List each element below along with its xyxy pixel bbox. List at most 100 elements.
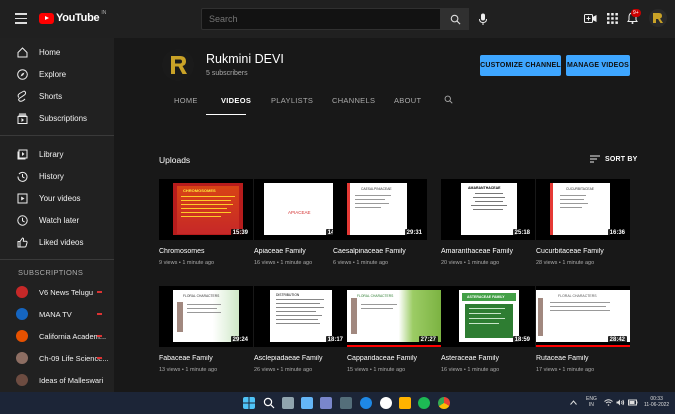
video-meta: 6 views • 1 minute ago <box>333 260 389 266</box>
video-title[interactable]: Chromosomes <box>159 248 253 255</box>
video-thumbnail[interactable]: ASTERACEAE FAMILY 18:59 <box>441 286 535 347</box>
chrome-icon[interactable] <box>438 397 450 409</box>
video-thumbnail[interactable]: FLORAL CHARACTERS 27:27 <box>347 286 441 347</box>
search-button[interactable] <box>441 8 469 30</box>
sidebar-item-library[interactable]: Library <box>0 144 114 164</box>
video-meta: 9 views • 1 minute ago <box>159 260 215 266</box>
sidebar-item-your-videos[interactable]: Your videos <box>0 188 114 208</box>
customize-channel-button[interactable]: CUSTOMIZE CHANNEL <box>480 55 561 76</box>
tab-about[interactable]: ABOUT <box>394 96 421 105</box>
sidebar: Home Explore Shorts Subscriptions Librar… <box>0 38 114 392</box>
clock[interactable]: 00:33 11-06-2022 <box>644 396 669 408</box>
sidebar-item-label: Your videos <box>39 193 81 203</box>
tab-channels[interactable]: CHANNELS <box>332 96 375 105</box>
windows-start-icon[interactable] <box>243 397 255 409</box>
teams-chat-icon[interactable] <box>320 397 332 409</box>
slide-preview: FLORAL CHARACTERS <box>536 290 630 342</box>
tab-videos[interactable]: VIDEOS <box>221 96 251 105</box>
subscription-item[interactable]: Ch-09 Life Science... <box>0 348 114 368</box>
chevron-up-icon[interactable] <box>570 400 577 405</box>
tab-home[interactable]: HOME <box>174 96 198 105</box>
slide-title: DISTRIBUTION <box>276 293 300 297</box>
video-card[interactable]: ASTERACEAE FAMILY 18:59 Asteraceae Famil… <box>441 286 535 373</box>
watch-later-icon <box>16 214 28 226</box>
sidebar-divider <box>0 135 114 136</box>
video-duration: 25:18 <box>512 229 532 237</box>
shorts-icon <box>16 90 28 102</box>
volume-icon[interactable] <box>616 399 625 406</box>
sidebar-item-shorts[interactable]: Shorts <box>0 86 114 106</box>
video-thumbnail[interactable]: CUCURBITACEAE 16:36 <box>536 179 630 240</box>
video-title[interactable]: Fabaceae Family <box>159 355 253 362</box>
video-card[interactable]: FLORAL CHARACTERS 28:42 Rutaceae Family … <box>536 286 630 373</box>
video-card[interactable]: FLORAL CHARACTERS 29:24 Fabaceae Family … <box>159 286 253 373</box>
search-box[interactable] <box>201 8 441 30</box>
task-view-icon[interactable] <box>282 397 294 409</box>
slide-title: ASTERACEAE FAMILY <box>467 295 505 299</box>
media-player-icon[interactable] <box>380 397 392 409</box>
search-input[interactable] <box>202 9 440 29</box>
voice-search-button[interactable] <box>475 10 491 28</box>
widgets-icon[interactable] <box>301 397 313 409</box>
sidebar-item-subscriptions[interactable]: Subscriptions <box>0 108 114 128</box>
file-explorer-icon[interactable] <box>340 397 352 409</box>
language-indicator[interactable]: ENG IN <box>586 396 597 408</box>
sidebar-divider <box>0 259 114 260</box>
video-card[interactable]: CHROMOSOMES 15:39 Chromosomes 9 views • … <box>159 179 253 266</box>
video-title[interactable]: Asteraceae Family <box>441 355 535 362</box>
video-thumbnail[interactable]: FLORAL CHARACTERS 28:42 <box>536 286 630 347</box>
notification-badge: 9+ <box>631 9 641 17</box>
video-duration: 28:42 <box>607 336 627 344</box>
sidebar-item-label: Watch later <box>39 215 80 225</box>
channel-search-icon[interactable] <box>444 95 453 104</box>
sidebar-item-home[interactable]: Home <box>0 42 114 62</box>
taskbar-search-icon[interactable] <box>263 397 275 409</box>
live-indicator-icon <box>97 357 102 359</box>
live-indicator-icon <box>97 335 102 337</box>
subscriber-count: 5 subscribers <box>206 70 248 77</box>
slide-title: FLORAL CHARACTERS <box>558 294 597 298</box>
channel-avatar <box>16 330 28 342</box>
subscription-item[interactable]: MANA TV <box>0 304 114 324</box>
subscription-item[interactable]: California Academ... <box>0 326 114 346</box>
video-card[interactable]: CAESALPINIACEAE 29:31 Caesalpinaceae Fam… <box>333 179 427 266</box>
menu-icon[interactable] <box>15 13 27 24</box>
account-avatar[interactable] <box>649 9 667 27</box>
video-title[interactable]: Rutaceae Family <box>536 355 630 362</box>
subscription-item[interactable]: V6 News Telugu <box>0 282 114 302</box>
sidebar-item-label: History <box>39 171 64 181</box>
youtube-logo[interactable]: YouTube IN <box>39 10 106 24</box>
subscription-item[interactable]: Ideas of Malleswari <box>0 370 114 390</box>
sidebar-item-watch-later[interactable]: Watch later <box>0 210 114 230</box>
video-card[interactable]: CUCURBITACEAE 16:36 Cucurbitaceae Family… <box>536 179 630 266</box>
apps-button[interactable] <box>605 11 619 25</box>
manage-videos-button[interactable]: MANAGE VIDEOS <box>566 55 630 76</box>
video-title[interactable]: Capparidaceae Family <box>347 355 441 362</box>
video-thumbnail[interactable]: CAESALPINIACEAE 29:31 <box>333 179 427 240</box>
sidebar-item-history[interactable]: History <box>0 166 114 186</box>
video-thumbnail[interactable]: AMARANTHACEAE 25:18 <box>441 179 535 240</box>
sidebar-item-explore[interactable]: Explore <box>0 64 114 84</box>
create-video-button[interactable] <box>583 11 597 25</box>
subscription-label: Ideas of Malleswari <box>39 376 104 385</box>
edge-browser-icon[interactable] <box>360 397 372 409</box>
video-thumbnail[interactable]: FLORAL CHARACTERS 29:24 <box>159 286 253 347</box>
video-card[interactable]: DISTRIBUTION 18:17 Asclepiadaeae Family … <box>254 286 348 373</box>
wifi-icon[interactable] <box>604 399 613 406</box>
tab-playlists[interactable]: PLAYLISTS <box>271 96 313 105</box>
video-title[interactable]: Asclepiadaeae Family <box>254 355 348 362</box>
folder-icon[interactable] <box>399 397 411 409</box>
slide-title: AMARANTHACEAE <box>468 186 501 190</box>
sidebar-item-liked-videos[interactable]: Liked videos <box>0 232 114 252</box>
channel-avatar <box>16 308 28 320</box>
battery-icon[interactable] <box>628 399 638 406</box>
video-title[interactable]: Caesalpinaceae Family <box>333 248 427 255</box>
spotify-icon[interactable] <box>418 397 430 409</box>
sort-by-button[interactable]: SORT BY <box>590 155 638 163</box>
video-card[interactable]: AMARANTHACEAE 25:18 Amaranthaceae Family… <box>441 179 535 266</box>
video-title[interactable]: Amaranthaceae Family <box>441 248 535 255</box>
video-title[interactable]: Cucurbitaceae Family <box>536 248 630 255</box>
video-thumbnail[interactable]: DISTRIBUTION 18:17 <box>254 286 348 347</box>
video-thumbnail[interactable]: CHROMOSOMES 15:39 <box>159 179 253 240</box>
video-card[interactable]: FLORAL CHARACTERS 27:27 Capparidaceae Fa… <box>347 286 441 373</box>
